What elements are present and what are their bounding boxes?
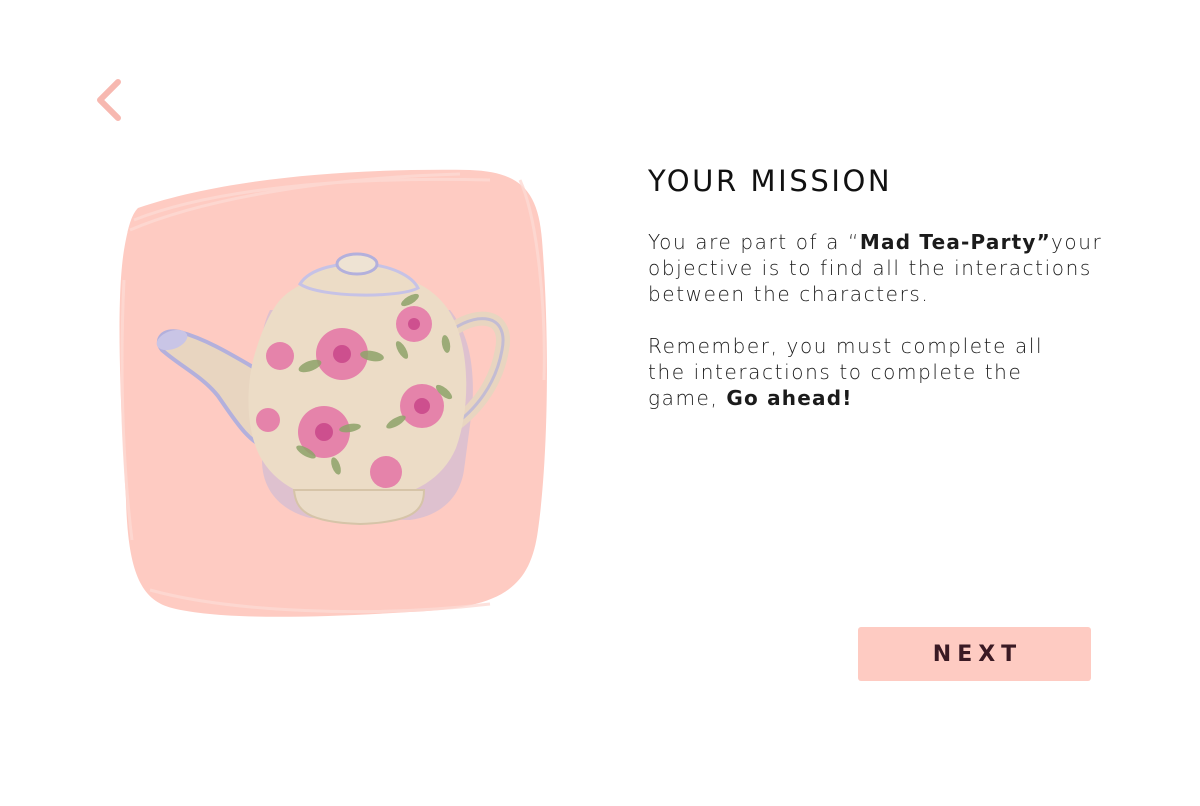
mission-title: YOUR MISSION	[648, 164, 893, 198]
back-button[interactable]	[88, 72, 132, 128]
reminder-highlight: Go ahead!	[726, 386, 853, 410]
teapot-illustration	[110, 160, 555, 625]
chevron-left-icon	[97, 79, 121, 121]
mission-screen: YOUR MISSION You are part of a “Mad Tea-…	[0, 0, 1200, 806]
mission-objective-text: You are part of a “Mad Tea-Party”your ob…	[648, 229, 1118, 307]
objective-prefix: You are part of a “	[648, 230, 860, 254]
mission-reminder-text: Remember, you must complete all the inte…	[648, 333, 1088, 411]
next-button[interactable]: NEXT	[858, 627, 1091, 681]
objective-highlight: Mad Tea-Party”	[859, 230, 1051, 254]
mission-content: YOUR MISSION You are part of a “Mad Tea-…	[648, 163, 1148, 411]
